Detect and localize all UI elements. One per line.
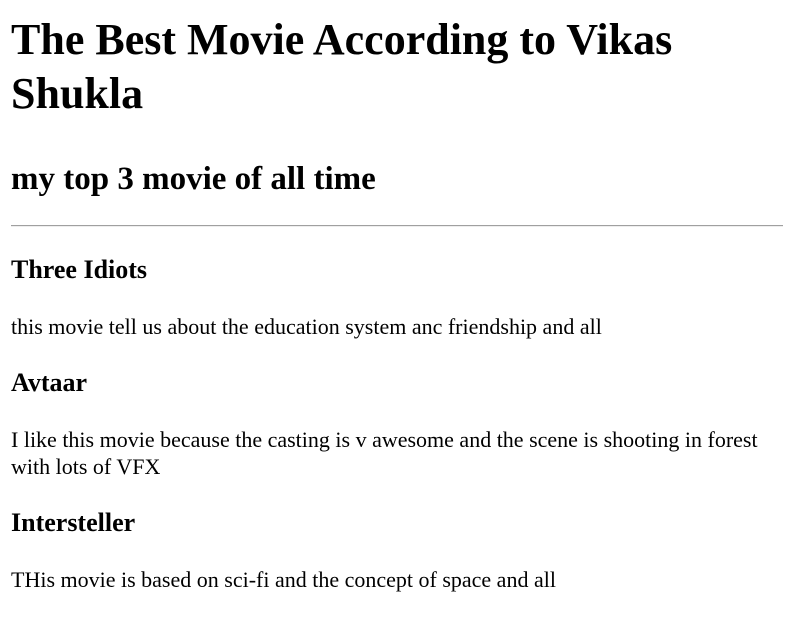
movie-title: Intersteller xyxy=(11,508,136,537)
movie-entry: Intersteller THis movie is based on sci-… xyxy=(11,508,783,593)
page-subtitle: my top 3 movie of all time xyxy=(11,161,376,197)
movie-entry: Three Idiots this movie tell us about th… xyxy=(11,255,783,340)
movie-description: I like this movie because the casting is… xyxy=(11,427,758,479)
page-title: The Best Movie According to Vikas Shukla xyxy=(11,15,673,118)
movie-description: this movie tell us about the education s… xyxy=(11,314,602,339)
movie-description: THis movie is based on sci-fi and the co… xyxy=(11,567,556,592)
movie-title: Three Idiots xyxy=(11,255,148,284)
divider xyxy=(11,225,783,227)
movie-entry: Avtaar I like this movie because the cas… xyxy=(11,368,783,480)
movie-title: Avtaar xyxy=(11,368,88,397)
